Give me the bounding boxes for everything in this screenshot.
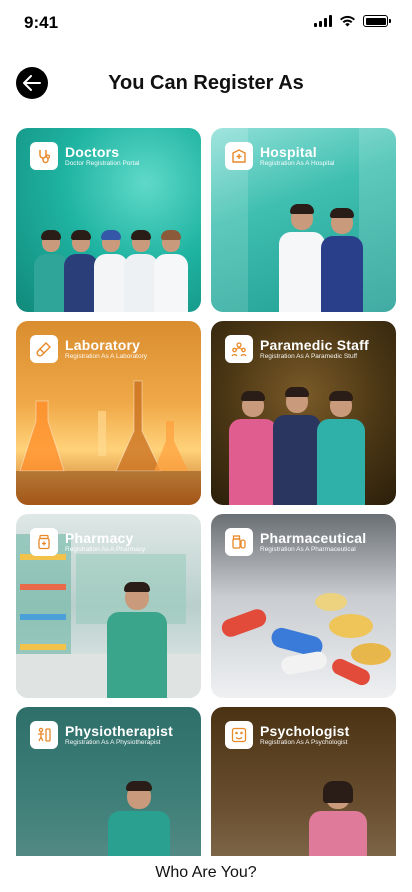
card-laboratory[interactable]: Laboratory Registration As A Laboratory xyxy=(16,321,201,505)
card-title: Physiotherapist xyxy=(65,722,174,739)
card-title: Psychologist xyxy=(260,722,350,739)
card-subtitle: Registration As A Paramedic Stuff xyxy=(260,352,358,360)
card-subtitle: Registration As A Physiotherapist xyxy=(65,738,161,746)
card-title: Doctors xyxy=(65,143,120,160)
card-hospital-image xyxy=(279,204,363,312)
card-pharmaceutical[interactable]: Pharmaceutical Registration As A Pharmac… xyxy=(211,514,396,698)
test-tube-icon xyxy=(30,335,58,363)
status-time: 9:41 xyxy=(24,13,59,32)
header: You Can Register As xyxy=(0,62,412,106)
card-subtitle: Registration As A Pharmaceutical xyxy=(260,545,356,553)
card-doctors-image xyxy=(34,230,188,312)
card-doctors[interactable]: Doctors Doctor Registration Portal xyxy=(16,128,201,312)
physiotherapy-icon xyxy=(30,721,58,749)
status-bar: 9:41 xyxy=(0,0,412,46)
card-subtitle: Registration As A Psychologist xyxy=(260,738,348,746)
psychology-icon xyxy=(225,721,253,749)
hospital-icon xyxy=(225,142,253,170)
card-subtitle: Doctor Registration Portal xyxy=(65,159,140,167)
card-hospital[interactable]: Hospital Registration As A Hospital xyxy=(211,128,396,312)
stethoscope-icon xyxy=(30,142,58,170)
card-paramedic-staff[interactable]: Paramedic Staff Registration As A Parame… xyxy=(211,321,396,505)
staff-group-icon xyxy=(225,335,253,363)
card-paramedic-staff-image xyxy=(229,387,365,505)
wifi-icon xyxy=(340,15,355,27)
card-title: Paramedic Staff xyxy=(260,336,369,353)
card-title: Pharmaceutical xyxy=(260,529,367,546)
card-subtitle: Registration As A Hospital xyxy=(260,159,335,167)
page-title: You Can Register As xyxy=(108,72,304,94)
card-subtitle: Registration As A Pharmacy xyxy=(65,545,146,553)
card-title: Pharmacy xyxy=(65,529,134,546)
card-subtitle: Registration As A Laboratory xyxy=(65,352,148,360)
card-pharmacy[interactable]: Pharmacy Registration As A Pharmacy xyxy=(16,514,201,698)
medicine-bottle-icon xyxy=(30,528,58,556)
card-pharmacy-person xyxy=(107,582,167,698)
pill-bottle-icon xyxy=(225,528,253,556)
battery-icon xyxy=(363,15,391,27)
status-icons xyxy=(314,15,391,27)
who-are-you-label: Who Are You? xyxy=(0,856,412,892)
cellular-signal-icon xyxy=(314,15,332,27)
registration-type-grid: Doctors Doctor Registration Portal Hospi… xyxy=(16,128,396,891)
card-title: Laboratory xyxy=(65,336,141,353)
card-title: Hospital xyxy=(260,143,317,160)
